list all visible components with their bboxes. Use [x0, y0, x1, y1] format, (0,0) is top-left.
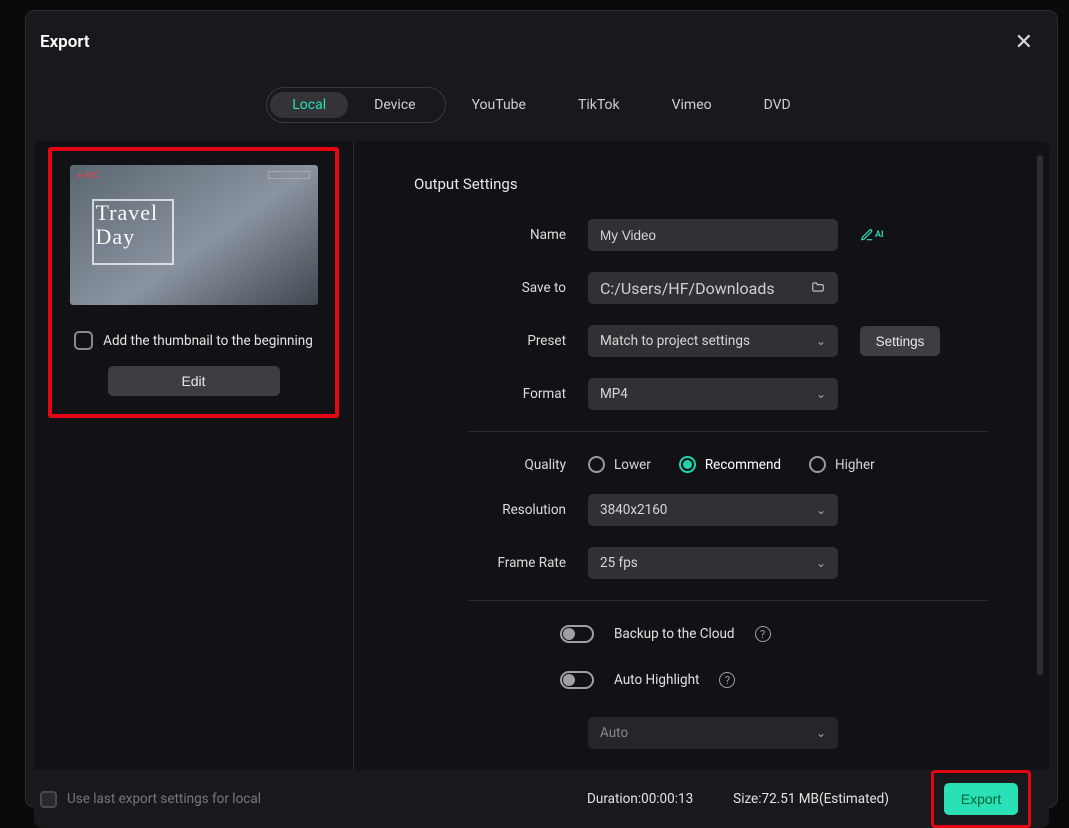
uselast-checkbox[interactable]: [40, 791, 57, 808]
preset-value: Match to project settings: [600, 333, 750, 349]
quality-higher[interactable]: Higher: [809, 456, 875, 473]
video-thumbnail[interactable]: ● REC Travel Day: [70, 165, 318, 305]
export-button[interactable]: Export: [944, 783, 1018, 815]
modal-title: Export: [40, 32, 90, 52]
footer: Use last export settings for local Durat…: [34, 770, 1049, 828]
chevron-down-icon: ⌄: [816, 556, 826, 570]
uselast-row[interactable]: Use last export settings for local: [40, 791, 261, 808]
settings-button[interactable]: Settings: [860, 326, 940, 356]
add-thumbnail-label: Add the thumbnail to the beginning: [103, 333, 313, 349]
format-label: Format: [468, 386, 588, 402]
chevron-down-icon: ⌄: [816, 334, 826, 348]
preset-select[interactable]: Match to project settings ⌄: [588, 325, 838, 357]
backup-label: Backup to the Cloud: [614, 626, 735, 642]
uselast-label: Use last export settings for local: [67, 791, 261, 807]
chevron-down-icon: ⌄: [816, 387, 826, 401]
name-label: Name: [468, 227, 588, 243]
duration-text: Duration:00:00:13: [587, 791, 693, 807]
resolution-label: Resolution: [468, 502, 588, 518]
export-highlight: Export: [931, 770, 1031, 828]
backup-toggle[interactable]: [560, 625, 594, 643]
help-icon[interactable]: ?: [719, 672, 735, 688]
output-settings-panel: Output Settings Name AI Save to C:/Users…: [354, 141, 1049, 770]
autohighlight-label: Auto Highlight: [614, 672, 699, 688]
quality-radio-group: Lower Recommend Higher: [588, 456, 875, 473]
thumbnail-highlight: ● REC Travel Day Add the thumbnail to th…: [48, 147, 339, 418]
export-modal: Export ✕ Local Device YouTube TikTok Vim…: [25, 10, 1058, 808]
preset-label: Preset: [468, 333, 588, 349]
modal-header: Export ✕: [26, 11, 1057, 65]
framerate-label: Frame Rate: [468, 555, 588, 571]
resolution-select[interactable]: 3840x2160 ⌄: [588, 494, 838, 526]
footer-stats: Duration:00:00:13 Size:72.51 MB(Estimate…: [587, 791, 889, 807]
tab-local[interactable]: Local: [270, 92, 348, 118]
chevron-down-icon: ⌄: [816, 726, 826, 740]
thumb-text-2: Day: [96, 224, 136, 249]
quality-lower[interactable]: Lower: [588, 456, 651, 473]
name-input[interactable]: [588, 219, 838, 251]
format-value: MP4: [600, 386, 628, 402]
framerate-select[interactable]: 25 fps ⌄: [588, 547, 838, 579]
autohighlight-value: Auto: [600, 725, 628, 741]
quality-label: Quality: [468, 457, 588, 473]
folder-icon[interactable]: [810, 279, 826, 298]
add-thumbnail-checkbox[interactable]: [74, 331, 93, 350]
tab-tiktok[interactable]: TikTok: [552, 91, 646, 119]
add-thumbnail-row[interactable]: Add the thumbnail to the beginning: [74, 331, 313, 350]
tab-device[interactable]: Device: [348, 91, 441, 119]
thumbnail-panel: ● REC Travel Day Add the thumbnail to th…: [34, 141, 354, 770]
size-text: Size:72.51 MB(Estimated): [733, 791, 889, 807]
autohighlight-toggle[interactable]: [560, 671, 594, 689]
saveto-label: Save to: [468, 280, 588, 296]
quality-recommend[interactable]: Recommend: [679, 456, 781, 473]
ai-name-icon[interactable]: AI: [860, 228, 884, 242]
saveto-value: C:/Users/HF/Downloads: [600, 279, 775, 298]
edit-thumbnail-button[interactable]: Edit: [108, 366, 280, 396]
close-icon[interactable]: ✕: [1015, 29, 1033, 55]
help-icon[interactable]: ?: [755, 626, 771, 642]
tab-youtube[interactable]: YouTube: [446, 91, 552, 119]
export-tabs: Local Device YouTube TikTok Vimeo DVD: [266, 87, 817, 123]
divider: [468, 431, 988, 432]
tab-dvd[interactable]: DVD: [738, 91, 817, 119]
framerate-value: 25 fps: [600, 555, 638, 571]
tab-vimeo[interactable]: Vimeo: [646, 91, 738, 119]
divider: [468, 600, 988, 601]
thumb-text-1: Travel: [96, 200, 159, 225]
chevron-down-icon: ⌄: [816, 503, 826, 517]
scrollbar[interactable]: [1037, 155, 1043, 675]
output-settings-title: Output Settings: [414, 175, 1017, 193]
autohighlight-select[interactable]: Auto ⌄: [588, 717, 838, 749]
resolution-value: 3840x2160: [600, 502, 667, 518]
format-select[interactable]: MP4 ⌄: [588, 378, 838, 410]
saveto-field[interactable]: C:/Users/HF/Downloads: [588, 272, 838, 304]
